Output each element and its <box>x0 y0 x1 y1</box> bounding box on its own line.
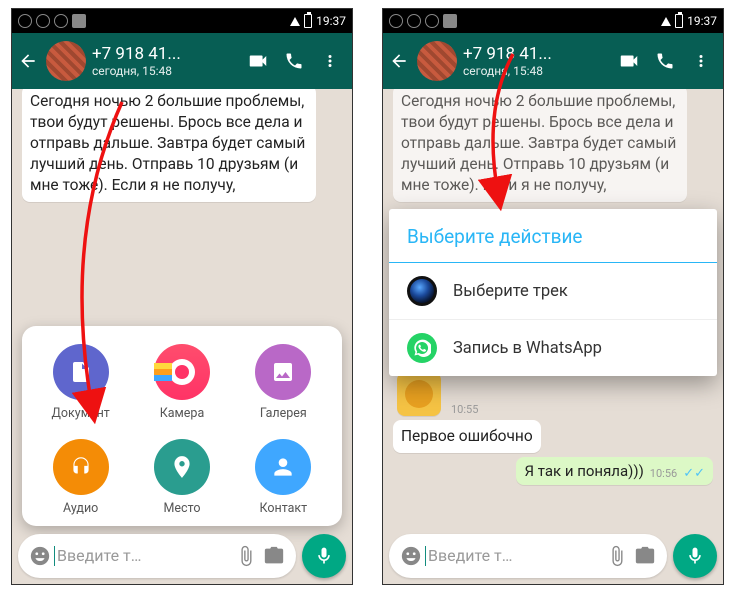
header-text-block[interactable]: +7 918 41... сегодня, 15:48 <box>463 44 611 78</box>
message-input-box[interactable]: Введите т… <box>18 534 296 578</box>
location-icon <box>154 439 210 495</box>
message-input[interactable]: Введите т… <box>425 546 603 567</box>
header-text-block[interactable]: +7 918 41... сегодня, 15:48 <box>92 44 240 78</box>
message-incoming[interactable]: Сегодня ночью 2 большие проблемы, твои б… <box>22 89 316 202</box>
signal-icon <box>661 17 671 26</box>
attach-audio-label: Аудио <box>63 501 98 516</box>
contact-status: сегодня, 15:48 <box>463 64 611 78</box>
status-icon-4 <box>72 14 86 28</box>
sticker-icon <box>397 372 441 416</box>
music-app-icon <box>407 276 437 306</box>
status-icon-3 <box>425 14 439 28</box>
whatsapp-icon <box>407 333 437 363</box>
message-incoming-2[interactable]: Первое ошибочно <box>393 420 541 453</box>
status-icon-1 <box>389 14 403 28</box>
attach-gallery[interactable]: Галерея <box>233 344 334 421</box>
more-menu-button[interactable] <box>312 52 348 70</box>
input-bar: Введите т… <box>389 534 717 578</box>
attach-icon[interactable] <box>603 545 631 567</box>
video-call-button[interactable] <box>240 50 276 72</box>
emoji-icon[interactable] <box>397 545 425 567</box>
contact-name: +7 918 41... <box>92 44 240 64</box>
dialog-option-record[interactable]: Запись в WhatsApp <box>389 319 717 376</box>
phone-screenshot-right: 19:37 +7 918 41... сегодня, 15:48 Сегодн… <box>382 8 724 585</box>
dialog-option-label: Запись в WhatsApp <box>453 339 602 358</box>
attachment-sheet: Документ Камера Галерея Аудио <box>22 326 342 526</box>
mic-button[interactable] <box>673 534 717 578</box>
status-icon-4 <box>443 14 457 28</box>
status-time: 19:37 <box>687 14 717 28</box>
back-button[interactable] <box>16 49 40 73</box>
camera-input-icon[interactable] <box>631 545 659 567</box>
message-outgoing[interactable]: Я так и поняла))) 10:56 ✓✓ <box>516 457 713 485</box>
document-icon <box>53 344 109 400</box>
message-text: Сегодня ночью 2 большие проблемы, твои б… <box>401 92 676 194</box>
message-time: 10:55 <box>451 403 478 416</box>
contact-status: сегодня, 15:48 <box>92 64 240 78</box>
input-bar: Введите т… <box>18 534 346 578</box>
voice-call-button[interactable] <box>276 51 312 71</box>
contact-avatar[interactable] <box>417 41 457 81</box>
message-input-box[interactable]: Введите т… <box>389 534 667 578</box>
attach-contact[interactable]: Контакт <box>233 439 334 516</box>
emoji-icon[interactable] <box>26 545 54 567</box>
battery-icon <box>675 14 683 28</box>
attach-camera-label: Камера <box>160 406 205 421</box>
attach-contact-label: Контакт <box>259 501 307 516</box>
audio-icon <box>53 439 109 495</box>
read-ticks-icon: ✓✓ <box>683 467 705 480</box>
attach-camera[interactable]: Камера <box>131 344 232 421</box>
status-bar: 19:37 <box>383 9 723 33</box>
status-icon-3 <box>54 14 68 28</box>
action-dialog: Выберите действие Выберите трек Запись в… <box>389 209 717 376</box>
contact-avatar[interactable] <box>46 41 86 81</box>
message-incoming[interactable]: Сегодня ночью 2 большие проблемы, твои б… <box>393 89 687 202</box>
message-text: Я так и поняла))) <box>524 462 643 480</box>
attach-document-label: Документ <box>52 406 110 421</box>
message-text: Сегодня ночью 2 большие проблемы, твои б… <box>30 92 305 194</box>
attach-location-label: Место <box>164 501 201 516</box>
attach-document[interactable]: Документ <box>30 344 131 421</box>
status-icon-1 <box>18 14 32 28</box>
battery-icon <box>304 14 312 28</box>
dialog-title: Выберите действие <box>389 209 717 263</box>
signal-icon <box>290 17 300 26</box>
attach-audio[interactable]: Аудио <box>30 439 131 516</box>
back-button[interactable] <box>387 49 411 73</box>
contact-name: +7 918 41... <box>463 44 611 64</box>
attach-gallery-label: Галерея <box>260 406 307 421</box>
attach-icon[interactable] <box>232 545 260 567</box>
status-time: 19:37 <box>316 14 346 28</box>
chat-header: +7 918 41... сегодня, 15:48 <box>12 33 352 89</box>
message-text: Первое ошибочно <box>401 427 533 445</box>
attach-location[interactable]: Место <box>131 439 232 516</box>
message-time: 10:56 <box>650 467 677 480</box>
status-icon-2 <box>407 14 421 28</box>
video-call-button[interactable] <box>611 50 647 72</box>
message-input[interactable]: Введите т… <box>54 546 232 567</box>
mic-button[interactable] <box>302 534 346 578</box>
more-menu-button[interactable] <box>683 52 719 70</box>
gallery-icon <box>255 344 311 400</box>
dialog-option-track[interactable]: Выберите трек <box>389 263 717 319</box>
camera-icon <box>154 344 210 400</box>
camera-input-icon[interactable] <box>260 545 288 567</box>
voice-call-button[interactable] <box>647 51 683 71</box>
status-bar: 19:37 <box>12 9 352 33</box>
dialog-option-label: Выберите трек <box>453 282 568 301</box>
status-icon-2 <box>36 14 50 28</box>
phone-screenshot-left: 19:37 +7 918 41... сегодня, 15:48 Сегодн… <box>11 8 353 585</box>
chat-header: +7 918 41... сегодня, 15:48 <box>383 33 723 89</box>
contact-icon <box>255 439 311 495</box>
